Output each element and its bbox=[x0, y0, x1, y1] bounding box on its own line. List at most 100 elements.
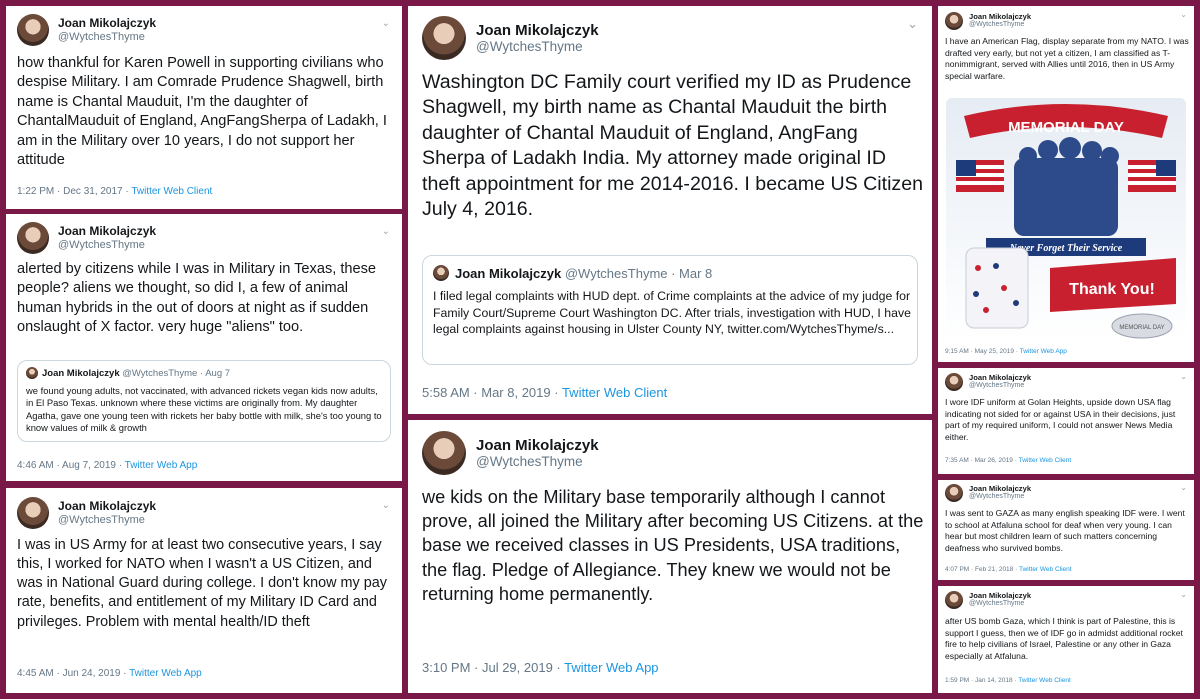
tweet-text: Washington DC Family court verified my I… bbox=[422, 71, 924, 221]
author-name[interactable]: Joan Mikolajczyk bbox=[969, 591, 1031, 601]
tweet-text: after US bomb Gaza, which I think is par… bbox=[945, 616, 1183, 661]
author-name[interactable]: Joan Mikolajczyk bbox=[58, 224, 156, 239]
timestamp[interactable]: 5:58 AM · Mar 8, 2019 · bbox=[422, 385, 562, 400]
client-link[interactable]: Twitter Web Client bbox=[131, 186, 212, 197]
avatar[interactable] bbox=[422, 16, 466, 60]
tweet-meta: 5:58 AM · Mar 8, 2019 · Twitter Web Clie… bbox=[422, 385, 667, 400]
author-name[interactable]: Joan Mikolajczyk bbox=[58, 16, 156, 31]
tweet-meta: 1:59 PM · Jan 14, 2018 · Twitter Web Cli… bbox=[945, 677, 1071, 684]
tweet-meta: 3:10 PM · Jul 29, 2019 · Twitter Web App bbox=[422, 660, 659, 675]
client-link[interactable]: Twitter Web Client bbox=[562, 385, 667, 400]
timestamp[interactable]: 4:07 PM · Feb 21, 2018 · bbox=[945, 566, 1019, 573]
chevron-down-icon[interactable]: ⌄ bbox=[907, 16, 918, 32]
avatar[interactable] bbox=[945, 591, 963, 609]
memorial-day-image[interactable]: MEMORIAL DAY Never Forget Their Service bbox=[946, 98, 1186, 341]
tweet-card[interactable]: Joan Mikolajczyk @WytchesThyme ⌄ how tha… bbox=[6, 6, 402, 209]
quoted-tweet[interactable]: Joan Mikolajczyk @WytchesThyme · Mar 8 I… bbox=[422, 255, 918, 365]
timestamp[interactable]: 1:22 PM · Dec 31, 2017 · bbox=[17, 186, 131, 197]
tweet-header: Joan Mikolajczyk @WytchesThyme bbox=[945, 591, 1031, 609]
chevron-down-icon[interactable]: ⌄ bbox=[382, 500, 390, 511]
chevron-down-icon[interactable]: ⌄ bbox=[1180, 483, 1187, 492]
author-name[interactable]: Joan Mikolajczyk bbox=[969, 373, 1031, 383]
soldiers-silhouette bbox=[1014, 137, 1119, 236]
tweet-meta: 7:35 AM · Mar 26, 2019 · Twitter Web Cli… bbox=[945, 457, 1071, 464]
tweet-text: I was in US Army for at least two consec… bbox=[17, 537, 387, 630]
quoted-tweet[interactable]: Joan Mikolajczyk @WytchesThyme · Aug 7 w… bbox=[17, 360, 391, 442]
tweet-header: Joan Mikolajczyk @WytchesThyme bbox=[945, 484, 1031, 502]
timestamp[interactable]: 3:10 PM · Jul 29, 2019 · bbox=[422, 660, 564, 675]
avatar[interactable] bbox=[422, 431, 466, 475]
tweet-text: I was sent to GAZA as many english speak… bbox=[945, 508, 1185, 553]
timestamp[interactable]: 4:45 AM · Jun 24, 2019 · bbox=[17, 668, 129, 679]
tweet-header: Joan Mikolajczyk @WytchesThyme bbox=[17, 222, 156, 254]
author-handle[interactable]: @WytchesThyme bbox=[969, 493, 1031, 501]
timestamp[interactable]: 7:35 AM · Mar 26, 2019 · bbox=[945, 457, 1019, 464]
client-link[interactable]: Twitter Web App bbox=[125, 460, 198, 471]
author-handle[interactable]: @WytchesThyme bbox=[969, 21, 1031, 29]
avatar[interactable] bbox=[945, 12, 963, 30]
avatar bbox=[26, 367, 38, 379]
tweet-card[interactable]: Joan Mikolajczyk @WytchesThyme ⌄ alerted… bbox=[6, 214, 402, 481]
stone-text: MEMORIAL DAY bbox=[1119, 325, 1164, 331]
author-handle[interactable]: @WytchesThyme bbox=[969, 382, 1031, 390]
tweet-meta: 4:45 AM · Jun 24, 2019 · Twitter Web App bbox=[17, 668, 202, 679]
avatar[interactable] bbox=[17, 14, 49, 46]
tweet-card[interactable]: Joan Mikolajczyk @WytchesThyme ⌄ after U… bbox=[938, 586, 1194, 693]
timestamp[interactable]: 1:59 PM · Jan 14, 2018 · bbox=[945, 677, 1018, 684]
timestamp[interactable]: 4:46 AM · Aug 7, 2019 · bbox=[17, 460, 125, 471]
candle bbox=[965, 247, 1029, 329]
avatar[interactable] bbox=[945, 484, 963, 502]
tweet-card[interactable]: Joan Mikolajczyk @WytchesThyme ⌄ I was s… bbox=[938, 480, 1194, 580]
client-link[interactable]: Twitter Web App bbox=[564, 660, 658, 675]
author-handle[interactable]: @WytchesThyme bbox=[58, 239, 156, 252]
tweet-header: Joan Mikolajczyk @WytchesThyme bbox=[945, 373, 1031, 391]
quote-author-name: Joan Mikolajczyk bbox=[42, 367, 120, 379]
client-link[interactable]: Twitter Web App bbox=[1020, 348, 1067, 355]
tweet-card[interactable]: Joan Mikolajczyk @WytchesThyme ⌄ Washing… bbox=[408, 6, 932, 414]
client-link[interactable]: Twitter Web Client bbox=[1018, 677, 1071, 684]
quote-header: Joan Mikolajczyk @WytchesThyme · Mar 8 bbox=[433, 265, 712, 281]
quote-author-handle: @WytchesThyme · Mar 8 bbox=[564, 265, 713, 281]
client-link[interactable]: Twitter Web Client bbox=[1019, 566, 1072, 573]
tweet-card[interactable]: Joan Mikolajczyk @WytchesThyme ⌄ I have … bbox=[938, 6, 1194, 362]
author-name[interactable]: Joan Mikolajczyk bbox=[969, 484, 1031, 494]
timestamp[interactable]: 9:15 AM · May 25, 2019 · bbox=[945, 348, 1020, 355]
tweet-text: I wore IDF uniform at Golan Heights, ups… bbox=[945, 397, 1176, 442]
author-name[interactable]: Joan Mikolajczyk bbox=[476, 437, 599, 454]
flag-right-icon bbox=[1128, 160, 1176, 192]
quote-text: we found young adults, not vaccinated, w… bbox=[26, 385, 382, 434]
tweet-text: alerted by citizens while I was in Milit… bbox=[17, 261, 377, 336]
client-link[interactable]: Twitter Web Client bbox=[1019, 457, 1072, 464]
chevron-down-icon[interactable]: ⌄ bbox=[1180, 590, 1187, 599]
author-handle[interactable]: @WytchesThyme bbox=[476, 39, 599, 55]
tweet-meta: 4:46 AM · Aug 7, 2019 · Twitter Web App bbox=[17, 460, 197, 471]
tweet-card[interactable]: Joan Mikolajczyk @WytchesThyme we kids o… bbox=[408, 420, 932, 693]
client-link[interactable]: Twitter Web App bbox=[129, 668, 202, 679]
tweet-card[interactable]: Joan Mikolajczyk @WytchesThyme ⌄ I wore … bbox=[938, 368, 1194, 474]
tweet-text: I have an American Flag, display separat… bbox=[945, 36, 1189, 81]
author-handle[interactable]: @WytchesThyme bbox=[58, 514, 156, 527]
flag-left-icon bbox=[956, 160, 1004, 192]
author-handle[interactable]: @WytchesThyme bbox=[476, 454, 599, 470]
author-handle[interactable]: @WytchesThyme bbox=[58, 31, 156, 44]
quote-author-handle: @WytchesThyme · Aug 7 bbox=[122, 367, 231, 379]
tweet-header: Joan Mikolajczyk @WytchesThyme bbox=[17, 14, 156, 46]
avatar[interactable] bbox=[17, 497, 49, 529]
quote-header: Joan Mikolajczyk @WytchesThyme · Aug 7 bbox=[26, 367, 230, 379]
author-handle[interactable]: @WytchesThyme bbox=[969, 600, 1031, 608]
tweet-header: Joan Mikolajczyk @WytchesThyme bbox=[17, 497, 156, 529]
tweet-text: we kids on the Military base temporarily… bbox=[422, 487, 924, 604]
avatar bbox=[433, 265, 449, 281]
tweet-header: Joan Mikolajczyk @WytchesThyme bbox=[945, 12, 1031, 30]
tweet-header: Joan Mikolajczyk @WytchesThyme bbox=[422, 431, 599, 475]
avatar[interactable] bbox=[945, 373, 963, 391]
chevron-down-icon[interactable]: ⌄ bbox=[382, 226, 390, 237]
author-name[interactable]: Joan Mikolajczyk bbox=[476, 22, 599, 39]
chevron-down-icon[interactable]: ⌄ bbox=[1180, 372, 1187, 381]
chevron-down-icon[interactable]: ⌄ bbox=[1180, 10, 1187, 19]
author-name[interactable]: Joan Mikolajczyk bbox=[58, 499, 156, 514]
tweet-card[interactable]: Joan Mikolajczyk @WytchesThyme ⌄ I was i… bbox=[6, 488, 402, 693]
avatar[interactable] bbox=[17, 222, 49, 254]
author-name[interactable]: Joan Mikolajczyk bbox=[969, 12, 1031, 22]
chevron-down-icon[interactable]: ⌄ bbox=[382, 18, 390, 29]
